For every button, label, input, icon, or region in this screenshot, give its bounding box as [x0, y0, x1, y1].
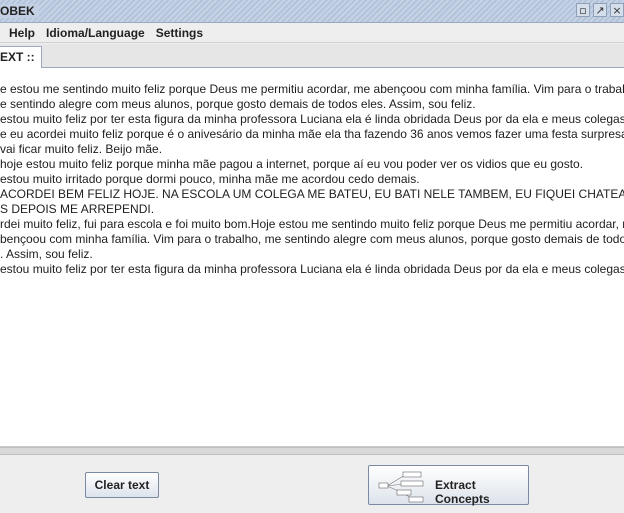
split-pane-divider[interactable]: [0, 447, 624, 455]
button-panel: Clear text Extract Concepts: [0, 455, 624, 513]
text-line: vai ficar muito feliz. Beijo mãe.: [0, 142, 163, 156]
text-input-area[interactable]: e estou me sentindo muito feliz porque D…: [0, 68, 624, 447]
tab-strip: EXT ::: [0, 44, 624, 68]
text-line: estou muito feliz por ter esta figura da…: [0, 262, 624, 276]
window-title: OBEK: [0, 4, 39, 18]
extract-concepts-label: Extract Concepts: [435, 478, 490, 506]
concept-map-icon: [378, 471, 424, 503]
window-controls: ▫ ↗ ×: [576, 3, 624, 17]
extract-concepts-button[interactable]: Extract Concepts: [368, 465, 529, 506]
popout-icon[interactable]: ↗: [593, 3, 607, 17]
text-line: rdei muito feliz, fui para escola e foi …: [0, 217, 624, 231]
text-line: S DEPOIS ME ARREPENDI.: [0, 202, 155, 216]
text-line: estou muito irritado porque dormi pouco,…: [0, 172, 420, 186]
menu-bar: Help Idioma/Language Settings: [0, 23, 624, 43]
clear-text-button[interactable]: Clear text: [85, 472, 159, 498]
tab-text[interactable]: EXT ::: [0, 46, 42, 68]
close-icon[interactable]: ×: [610, 3, 624, 17]
text-line: hoje estou muito feliz porque minha mãe …: [0, 157, 584, 171]
restore-icon[interactable]: ▫: [576, 3, 590, 17]
text-line: e sentindo alegre com meus alunos, porqu…: [0, 97, 476, 111]
menu-language[interactable]: Idioma/Language: [46, 26, 145, 40]
menu-settings[interactable]: Settings: [156, 26, 203, 40]
text-line: estou muito feliz por ter esta figura da…: [0, 112, 624, 126]
text-line: e eu acordei muito feliz porque é o aniv…: [0, 127, 624, 141]
menu-help[interactable]: Help: [9, 26, 35, 40]
text-line: ACORDEI BEM FELIZ HOJE. NA ESCOLA UM COL…: [0, 187, 624, 201]
text-line: . Assim, sou feliz.: [0, 247, 93, 261]
title-bar: OBEK ▫ ↗ ×: [0, 0, 624, 23]
text-line: e estou me sentindo muito feliz porque D…: [0, 82, 624, 96]
text-line: bençoou com minha família. Vim para o tr…: [0, 232, 624, 246]
